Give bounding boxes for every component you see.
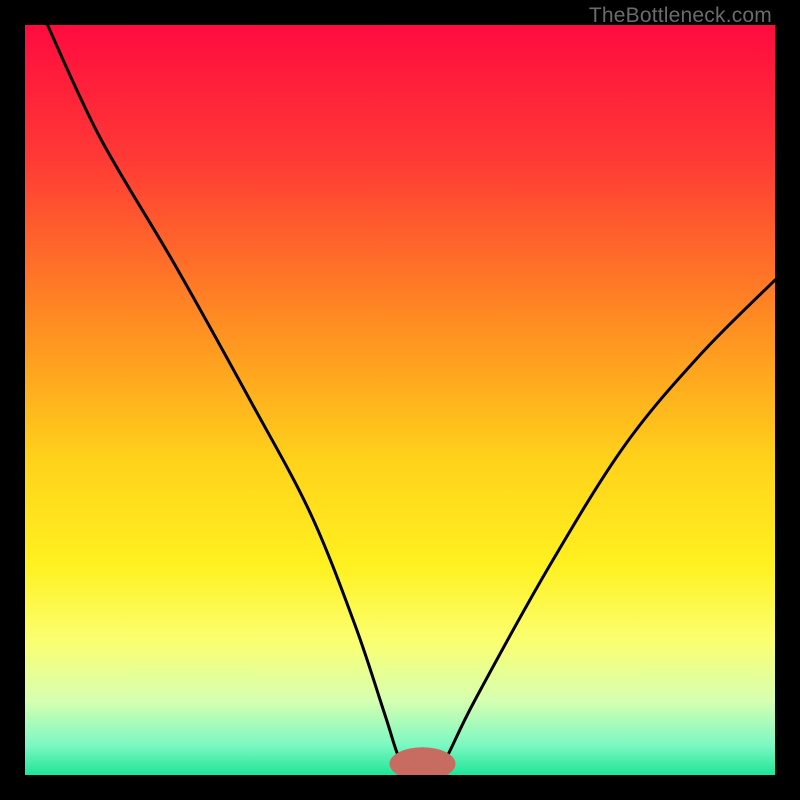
gradient-background (25, 25, 775, 775)
plot-area (25, 25, 775, 775)
chart-svg (25, 25, 775, 775)
chart-frame: TheBottleneck.com (0, 0, 800, 800)
